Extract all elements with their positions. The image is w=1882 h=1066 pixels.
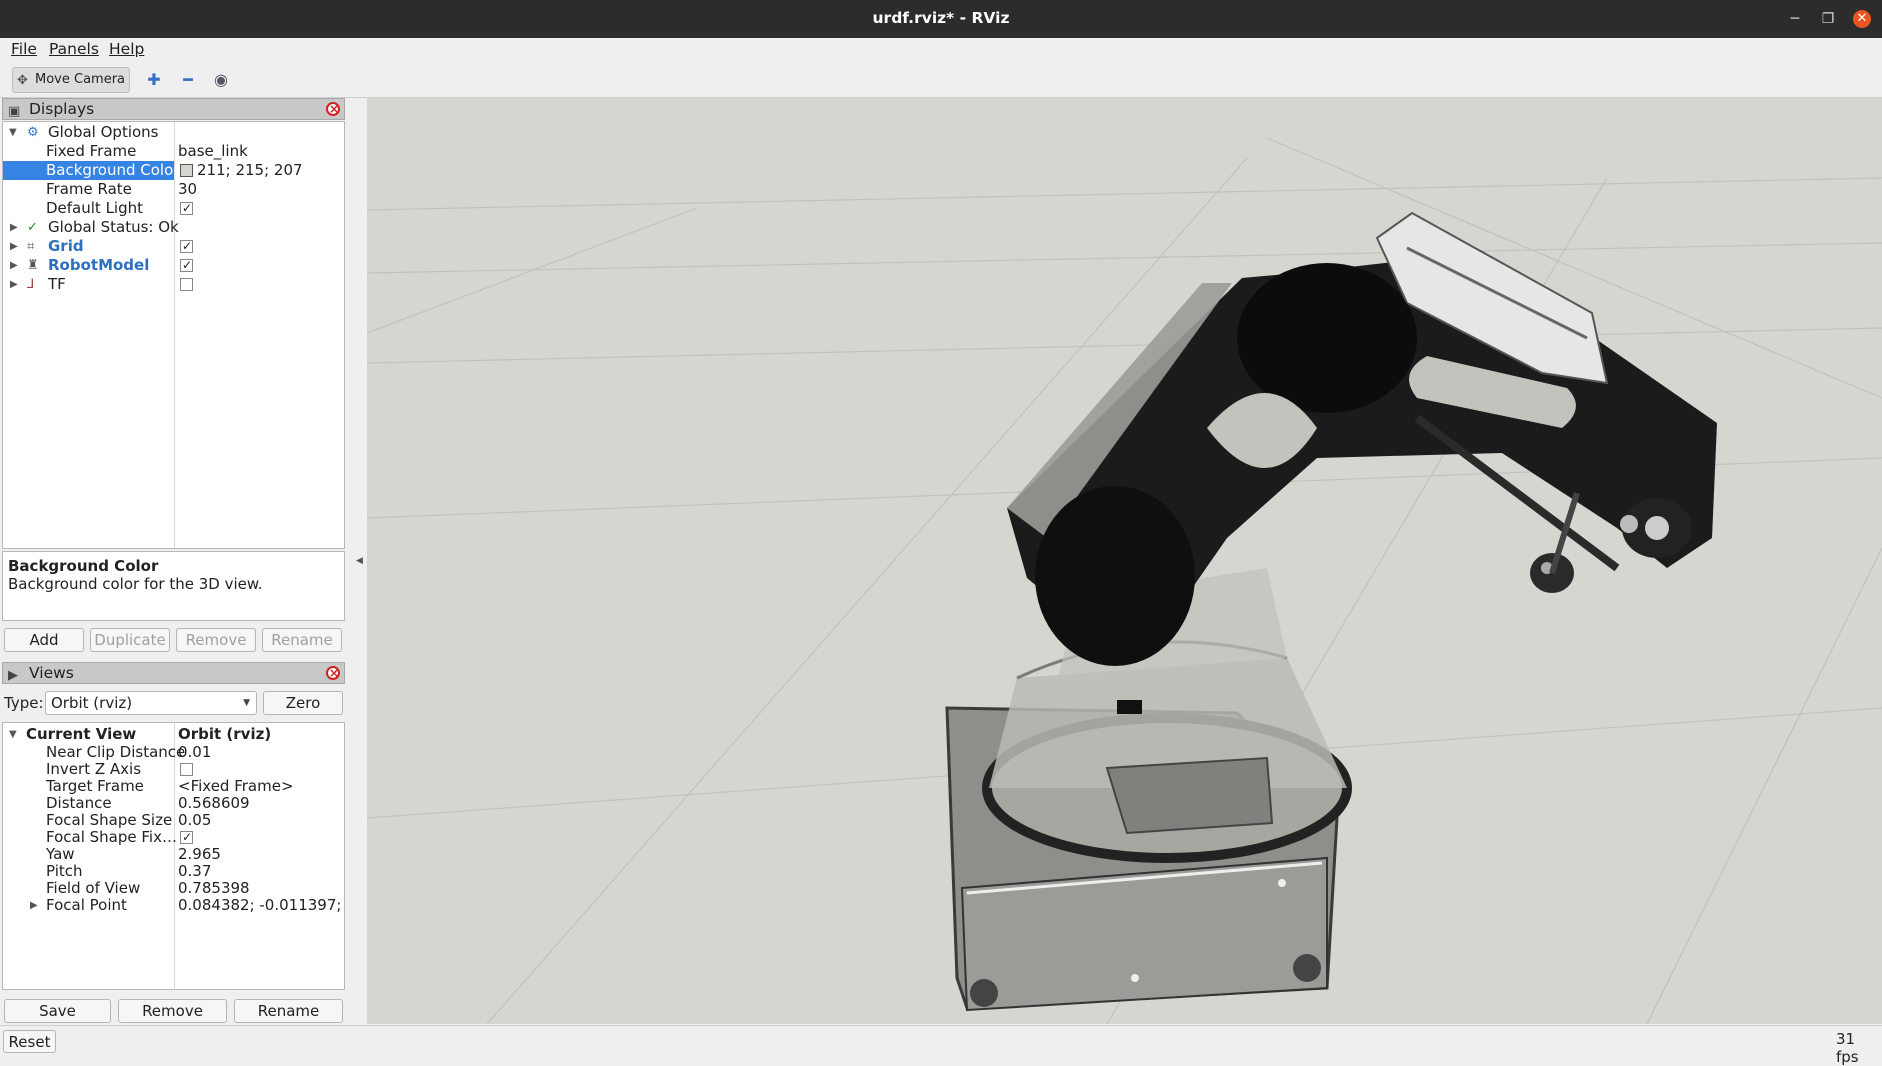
description-title: Background Color [8, 557, 159, 575]
frame-rate-label: Frame Rate [46, 180, 132, 198]
robot-icon: ♜ [27, 258, 39, 273]
menu-panels[interactable]: Panels [49, 40, 99, 58]
menu-bar: File Panels Help [0, 38, 1882, 62]
tree-row-background-color[interactable]: Background Color 211; 215; 207 [3, 161, 344, 180]
grid-label: Grid [48, 237, 84, 255]
views-panel-header: ▶ Views [2, 662, 345, 684]
tree-row-default-light[interactable]: Default Light [3, 199, 344, 218]
move-camera-label: Move Camera [35, 72, 126, 87]
tf-checkbox[interactable] [180, 278, 193, 291]
view-prop-checkbox[interactable] [180, 763, 193, 776]
3d-viewport[interactable] [367, 98, 1882, 1024]
default-light-checkbox[interactable] [180, 199, 193, 218]
expand-right-icon[interactable]: ▶ [10, 237, 18, 256]
expand-down-icon[interactable]: ▼ [9, 123, 17, 142]
property-description: Background Color Background color for th… [2, 551, 345, 621]
view-type-value: Orbit (rviz) [51, 694, 133, 712]
robotmodel-checkbox[interactable] [180, 256, 193, 275]
chevron-down-icon: ▼ [243, 698, 250, 708]
view-prop-value[interactable]: 0.084382; -0.011397; … [178, 896, 344, 915]
reset-button[interactable]: Reset [3, 1030, 56, 1053]
check-icon: ✓ [27, 220, 38, 235]
displays-tree: ▼ ⚙ Global Options Fixed Frame base_link… [2, 121, 345, 549]
menu-help[interactable]: Help [109, 40, 144, 58]
minimize-icon[interactable]: ─ [1786, 10, 1804, 28]
menu-file-label: File [11, 40, 37, 58]
fps-readout: 31 fps [1836, 1030, 1859, 1066]
expand-right-icon[interactable]: ▶ [10, 218, 18, 237]
current-view-label: Current View [26, 725, 137, 743]
render-view [367, 98, 1882, 1024]
displays-panel-header: ▣ Displays [2, 98, 345, 120]
frame-rate-value[interactable]: 30 [178, 180, 197, 199]
displays-title: Displays [29, 100, 95, 118]
fixed-frame-label: Fixed Frame [46, 142, 137, 160]
close-icon[interactable]: ✕ [1853, 10, 1871, 28]
remove-view-button[interactable]: Remove [118, 999, 227, 1023]
robotmodel-label: RobotModel [48, 256, 150, 274]
rename-display-button[interactable]: Rename [262, 628, 342, 652]
view-prop-checkbox[interactable] [180, 828, 193, 847]
fixed-frame-value[interactable]: base_link [178, 142, 248, 161]
toolbar: ✥ Move Camera ✚ ━ ◉ [0, 62, 1882, 98]
tf-label: TF [48, 275, 66, 293]
default-light-label: Default Light [46, 199, 144, 217]
save-view-button[interactable]: Save [4, 999, 111, 1023]
current-view-value: Orbit (rviz) [178, 725, 272, 743]
tree-row-fixed-frame[interactable]: Fixed Frame base_link [3, 142, 344, 161]
view-prop-row[interactable]: ▶ Focal Point 0.084382; -0.011397; … [3, 896, 344, 915]
title-bar: urdf.rviz* - RViz ─ ❐ ✕ [0, 0, 1882, 38]
duplicate-button[interactable]: Duplicate [90, 628, 170, 652]
move-camera-button[interactable]: ✥ Move Camera [12, 67, 130, 93]
menu-help-label: Help [109, 40, 145, 58]
add-button[interactable]: Add [4, 628, 84, 652]
expand-right-icon[interactable]: ▶ [10, 275, 18, 294]
background-color-value[interactable]: 211; 215; 207 [197, 161, 303, 180]
view-type-label: Type: [4, 694, 44, 712]
view-type-select[interactable]: Orbit (rviz) ▼ [45, 691, 257, 715]
background-color-label: Background Color [3, 161, 179, 180]
tree-row-tf[interactable]: ▶ ⅃ TF [3, 275, 344, 294]
tree-row-global-options[interactable]: ▼ ⚙ Global Options [3, 123, 344, 142]
expand-right-icon[interactable]: ▶ [10, 256, 18, 275]
camera-icon: ▶ [8, 668, 18, 683]
expand-down-icon[interactable]: ▼ [9, 725, 17, 744]
monitor-icon: ▣ [8, 104, 21, 119]
zero-button[interactable]: Zero [263, 691, 343, 715]
views-close-icon[interactable] [326, 663, 340, 683]
description-text: Background color for the 3D view. [8, 575, 263, 593]
view-prop-label: Focal Point [46, 896, 127, 914]
remove-display-button[interactable]: Remove [176, 628, 256, 652]
grid-checkbox[interactable] [180, 237, 193, 256]
grid-icon: ⌗ [27, 239, 35, 254]
menu-panels-label: Panels [49, 40, 99, 58]
global-status-label: Global Status: Ok [48, 218, 179, 236]
status-bar: Reset 31 fps [0, 1025, 1882, 1066]
maximize-icon[interactable]: ❐ [1819, 10, 1837, 28]
displays-close-icon[interactable] [326, 99, 340, 119]
menu-file[interactable]: File [11, 40, 37, 58]
gear-icon: ⚙ [27, 125, 39, 140]
color-swatch[interactable] [180, 164, 193, 177]
tree-row-current-view[interactable]: ▼ Current View Orbit (rviz) [3, 725, 344, 744]
tree-row-global-status[interactable]: ▶ ✓ Global Status: Ok [3, 218, 344, 237]
axes-icon: ⅃ [27, 277, 35, 292]
tree-row-robotmodel[interactable]: ▶ ♜ RobotModel [3, 256, 344, 275]
rename-view-button[interactable]: Rename [234, 999, 343, 1023]
window-title: urdf.rviz* - RViz [872, 9, 1010, 27]
remove-tool-icon[interactable]: ━ [178, 70, 198, 90]
tree-row-frame-rate[interactable]: Frame Rate 30 [3, 180, 344, 199]
expand-right-icon[interactable]: ▶ [30, 896, 38, 915]
collapse-left-icon[interactable]: ◀ [356, 556, 363, 566]
global-options-label: Global Options [48, 123, 159, 141]
views-tree: ▼ Current View Orbit (rviz) Near Clip Di… [2, 722, 345, 990]
camera-type-icon[interactable]: ◉ [211, 70, 231, 90]
tree-row-grid[interactable]: ▶ ⌗ Grid [3, 237, 344, 256]
views-title: Views [29, 664, 74, 682]
add-tool-icon[interactable]: ✚ [144, 70, 164, 90]
move-camera-icon: ✥ [17, 73, 28, 88]
